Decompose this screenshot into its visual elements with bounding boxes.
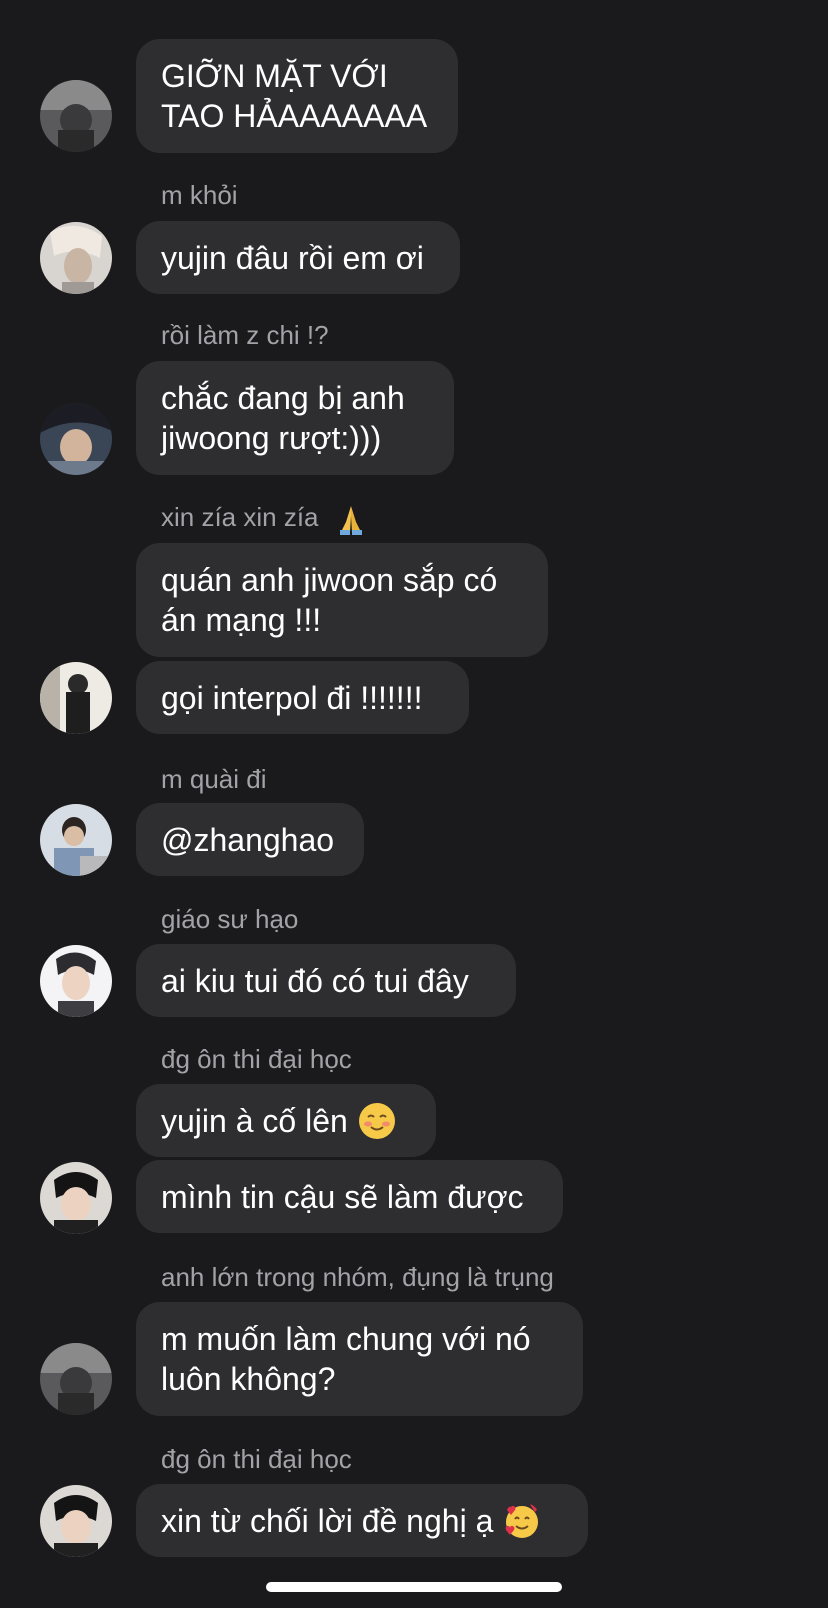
message-bubble[interactable]: ai kiu tui đó có tui đây bbox=[136, 944, 516, 1017]
message-bubble[interactable]: quán anh jiwoon sắp có án mạng !!! bbox=[136, 543, 548, 657]
avatar[interactable] bbox=[40, 1343, 112, 1415]
message-text: GIỠN MẶT VỚI TAO HẢAAAAAAA bbox=[161, 58, 428, 134]
sender-name: giáo sư hạo bbox=[161, 904, 299, 934]
smiling-blush-icon bbox=[358, 1102, 395, 1139]
message-bubble[interactable]: chắc đang bị anh jiwoong rượt:))) bbox=[136, 361, 454, 475]
message-bubble[interactable]: xin từ chối lời đề nghị ạ bbox=[136, 1484, 588, 1557]
avatar[interactable] bbox=[40, 662, 112, 734]
sender-name-text: xin zía xin zía bbox=[161, 502, 319, 532]
sender-name: m quài đi bbox=[161, 764, 267, 794]
message-bubble[interactable]: gọi interpol đi !!!!!!! bbox=[136, 661, 469, 734]
message-bubble[interactable]: m muốn làm chung với nó luôn không? bbox=[136, 1302, 583, 1416]
avatar[interactable] bbox=[40, 80, 112, 152]
avatar[interactable] bbox=[40, 222, 112, 294]
avatar[interactable] bbox=[40, 804, 112, 876]
sender-name: anh lớn trong nhóm, đụng là trụng bbox=[161, 1262, 554, 1292]
sender-name: đg ôn thi đại học bbox=[161, 1444, 352, 1474]
message-text: chắc đang bị anh jiwoong rượt:))) bbox=[161, 380, 405, 456]
message-text: m muốn làm chung với nó luôn không? bbox=[161, 1321, 531, 1397]
avatar[interactable] bbox=[40, 1485, 112, 1557]
message-bubble[interactable]: GIỠN MẶT VỚI TAO HẢAAAAAAA bbox=[136, 39, 458, 153]
sender-name: m khỏi bbox=[161, 180, 238, 210]
message-text: ai kiu tui đó có tui đây bbox=[161, 962, 469, 999]
message-text: @zhanghao bbox=[161, 821, 335, 858]
message-text: mình tin cậu sẽ làm được bbox=[161, 1178, 524, 1215]
sender-name: rồi làm z chi !? bbox=[161, 320, 329, 350]
message-bubble[interactable]: yujin à cố lên bbox=[136, 1084, 436, 1157]
avatar[interactable] bbox=[40, 1162, 112, 1234]
message-text: yujin đâu rồi em ơi bbox=[161, 239, 424, 276]
message-text: xin từ chối lời đề nghị ạ bbox=[161, 1502, 494, 1539]
avatar[interactable] bbox=[40, 403, 112, 475]
sender-name: đg ôn thi đại học bbox=[161, 1044, 352, 1074]
message-text: gọi interpol đi !!!!!!! bbox=[161, 679, 423, 716]
smiling-face-with-hearts-icon bbox=[505, 1501, 540, 1538]
message-bubble[interactable]: yujin đâu rồi em ơi bbox=[136, 221, 460, 294]
home-indicator[interactable] bbox=[266, 1582, 562, 1592]
message-bubble[interactable]: mình tin cậu sẽ làm được bbox=[136, 1160, 563, 1233]
chat-thread[interactable]: GIỠN MẶT VỚI TAO HẢAAAAAAA m khỏi yujin … bbox=[0, 0, 828, 1608]
sender-name: xin zía xin zía bbox=[161, 502, 368, 536]
avatar[interactable] bbox=[40, 945, 112, 1017]
message-text: yujin à cố lên bbox=[161, 1102, 348, 1139]
message-text: quán anh jiwoon sắp có án mạng !!! bbox=[161, 562, 498, 638]
message-bubble[interactable]: @zhanghao bbox=[136, 803, 364, 876]
folded-hands-icon bbox=[339, 506, 362, 536]
